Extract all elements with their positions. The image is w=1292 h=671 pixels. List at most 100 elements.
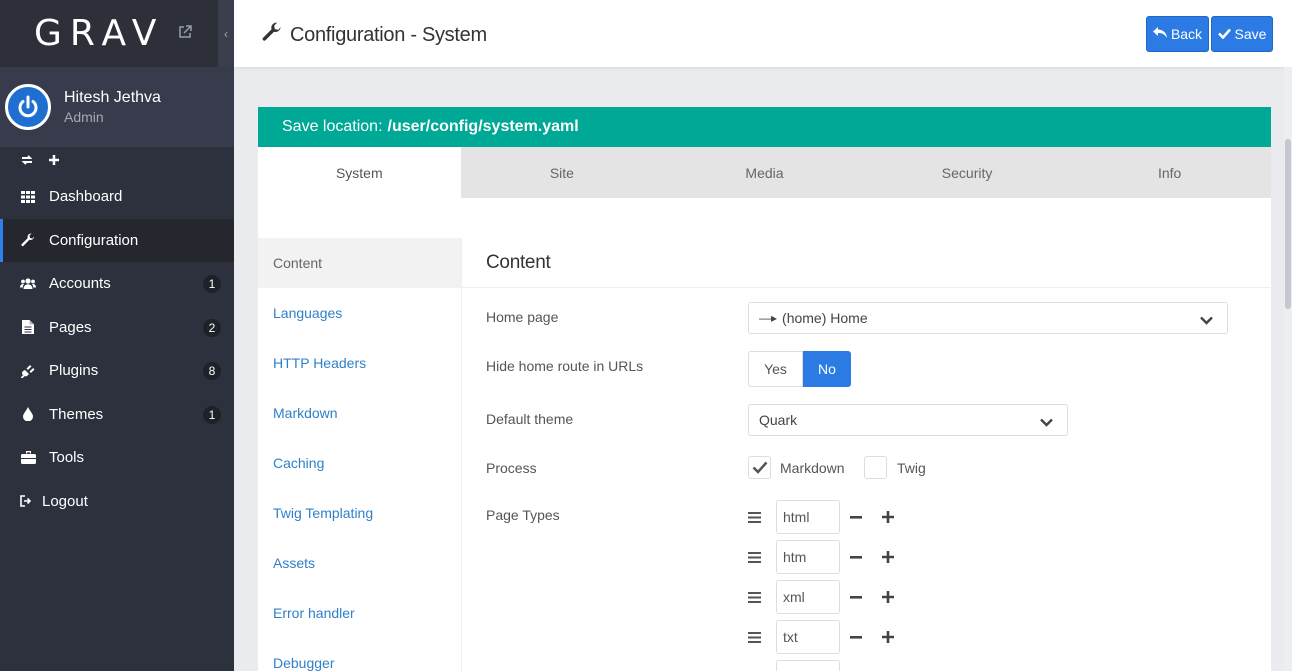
section-nav-content[interactable]: Content	[258, 238, 461, 288]
section-nav-twig-templating[interactable]: Twig Templating	[258, 488, 461, 538]
config-tabs: System Site Media Security Info	[258, 147, 1271, 198]
home-page-label: Home page	[486, 309, 559, 325]
section-nav-caching[interactable]: Caching	[258, 438, 461, 488]
sidebar-item-label: Configuration	[49, 231, 139, 249]
sidebar: GRAV ‹ Hitesh Jethva Admin Dashboard Con…	[0, 0, 234, 671]
section-nav-languages[interactable]: Languages	[258, 288, 461, 338]
page-type-input[interactable]: xml	[776, 580, 840, 614]
save-location-banner: Save location: /user/config/system.yaml	[258, 107, 1271, 147]
content-panel: Content Home page —▸ (home) Home Hide ho…	[461, 238, 1272, 671]
remove-icon[interactable]	[840, 515, 872, 519]
hide-home-route-label: Hide home route in URLs	[486, 358, 644, 374]
sidebar-item-configuration[interactable]: Configuration	[0, 218, 234, 262]
sidebar-item-logout[interactable]: Logout	[0, 480, 234, 524]
tab-site[interactable]: Site	[461, 147, 664, 198]
markdown-checkbox-label: Markdown	[780, 460, 845, 476]
user-profile[interactable]: Hitesh Jethva Admin	[0, 67, 234, 147]
pages-count-badge: 2	[203, 318, 221, 337]
logo-bar: GRAV ‹	[0, 0, 234, 67]
sidebar-item-pages[interactable]: Pages 2	[0, 306, 234, 350]
drag-handle-icon[interactable]	[748, 551, 776, 563]
page-type-row-partial	[748, 660, 840, 671]
accounts-count-badge: 1	[203, 275, 221, 293]
hide-home-yes-option[interactable]: Yes	[748, 351, 803, 387]
sidebar-item-label: Plugins	[49, 362, 99, 380]
scrollbar-thumb[interactable]	[1285, 139, 1291, 309]
page-title: Configuration - System	[262, 22, 487, 48]
back-label: Back	[1170, 26, 1203, 42]
wrench-icon	[262, 22, 282, 48]
user-name: Hitesh Jethva	[64, 89, 161, 106]
page-type-input[interactable]: htm	[776, 540, 840, 574]
section-nav-assets[interactable]: Assets	[258, 538, 461, 588]
section-nav-markdown[interactable]: Markdown	[258, 388, 461, 438]
tab-info[interactable]: Info	[1068, 147, 1271, 198]
page-type-row: html	[748, 500, 904, 534]
add-icon[interactable]	[872, 631, 904, 643]
chevron-down-icon	[1040, 414, 1053, 430]
quick-actions	[0, 147, 234, 175]
section-nav-error-handler[interactable]: Error handler	[258, 588, 461, 638]
tab-system[interactable]: System	[258, 147, 461, 198]
save-location-prefix: Save location:	[282, 118, 383, 135]
sidebar-item-label: Accounts	[49, 275, 111, 293]
tab-media[interactable]: Media	[663, 147, 866, 198]
avatar	[5, 84, 51, 130]
sidebar-item-label: Themes	[49, 405, 104, 423]
remove-icon[interactable]	[840, 595, 872, 599]
sidebar-item-label: Pages	[49, 318, 92, 336]
page-header: Configuration - System Back Save	[234, 0, 1292, 67]
page-types-label: Page Types	[486, 507, 560, 523]
twig-checkbox[interactable]	[864, 456, 887, 479]
users-icon	[20, 276, 36, 292]
home-page-select[interactable]: —▸ (home) Home	[748, 302, 1228, 334]
remove-icon[interactable]	[840, 555, 872, 559]
sidebar-item-dashboard[interactable]: Dashboard	[0, 175, 234, 219]
default-theme-select[interactable]: Quark	[748, 404, 1068, 436]
hide-home-route-toggle: Yes No	[748, 351, 851, 387]
home-page-value: (home) Home	[782, 310, 868, 326]
sidebar-item-plugins[interactable]: Plugins 8	[0, 349, 234, 393]
external-link-icon[interactable]	[178, 25, 192, 42]
section-title: Content	[486, 252, 551, 273]
section-nav-http-headers[interactable]: HTTP Headers	[258, 338, 461, 388]
grav-logo[interactable]: GRAV	[34, 13, 164, 54]
save-label: Save	[1234, 26, 1267, 42]
sidebar-item-label: Dashboard	[49, 188, 123, 206]
section-nav-debugger[interactable]: Debugger	[258, 638, 461, 671]
file-icon	[20, 319, 36, 335]
sidebar-item-label: Tools	[49, 449, 85, 467]
drag-handle-icon[interactable]	[748, 511, 776, 523]
markdown-checkbox[interactable]	[748, 456, 771, 479]
tab-security[interactable]: Security	[866, 147, 1069, 198]
drag-handle-icon[interactable]	[748, 591, 776, 603]
page-type-input[interactable]	[776, 660, 840, 671]
home-page-arrow-prefix: —▸	[759, 311, 778, 325]
add-icon[interactable]	[872, 511, 904, 523]
sidebar-item-accounts[interactable]: Accounts 1	[0, 262, 234, 306]
page-type-row: htm	[748, 540, 904, 574]
page-type-input[interactable]: html	[776, 500, 840, 534]
hide-home-no-option[interactable]: No	[803, 351, 851, 387]
sidebar-item-tools[interactable]: Tools	[0, 436, 234, 480]
save-button[interactable]: Save	[1211, 16, 1273, 52]
remove-icon[interactable]	[840, 635, 872, 639]
user-role: Admin	[64, 109, 104, 125]
plugins-count-badge: 8	[203, 362, 221, 380]
grid-icon	[20, 189, 36, 205]
add-icon[interactable]	[872, 551, 904, 563]
add-icon[interactable]	[48, 153, 60, 169]
page-title-text: Configuration - System	[290, 23, 487, 46]
drag-handle-icon[interactable]	[748, 631, 776, 643]
process-label: Process	[486, 460, 537, 476]
page-scrollbar[interactable]	[1284, 67, 1292, 671]
save-location-path: /user/config/system.yaml	[387, 118, 579, 135]
page-type-input[interactable]: txt	[776, 620, 840, 654]
back-button[interactable]: Back	[1146, 16, 1209, 52]
refresh-icon[interactable]	[20, 153, 34, 169]
sidebar-collapse-button[interactable]: ‹	[218, 0, 234, 67]
add-icon[interactable]	[872, 591, 904, 603]
sidebar-item-themes[interactable]: Themes 1	[0, 393, 234, 437]
default-theme-value: Quark	[759, 412, 798, 428]
check-icon	[1217, 26, 1231, 42]
